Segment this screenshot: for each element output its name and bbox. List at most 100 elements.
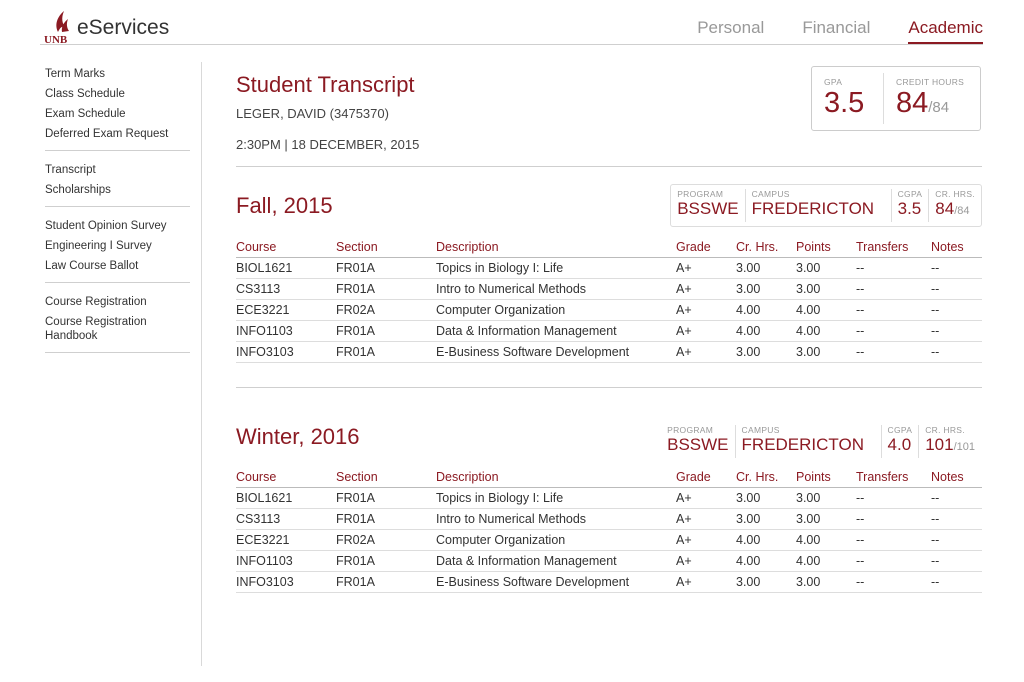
term-fall-2015: Fall, 2015 PROGRAM BSSWE CAMPUS FREDERIC… bbox=[236, 167, 982, 237]
program-cell: PROGRAM BSSWE bbox=[661, 421, 734, 462]
cell-cr-hrs: 4.00 bbox=[736, 299, 796, 321]
sidebar-item-law-ballot[interactable]: Law Course Ballot bbox=[45, 256, 190, 276]
sidebar-item-engineering-survey[interactable]: Engineering I Survey bbox=[45, 236, 190, 256]
tab-financial[interactable]: Financial bbox=[802, 18, 870, 44]
cell-points: 3.00 bbox=[796, 257, 856, 279]
cell-transfers: -- bbox=[856, 320, 931, 342]
cell-notes: -- bbox=[931, 571, 982, 593]
sidebar-item-exam-schedule[interactable]: Exam Schedule bbox=[45, 104, 190, 124]
cell-course: ECE3221 bbox=[236, 529, 336, 551]
cell-transfers: -- bbox=[856, 529, 931, 551]
col-cr-hrs[interactable]: Cr. Hrs. bbox=[736, 467, 796, 488]
table-row: BIOL1621 FR01A Topics in Biology I: Life A+… bbox=[236, 257, 982, 279]
cell-section: FR01A bbox=[336, 341, 436, 363]
term-info-box: PROGRAM BSSWE CAMPUS FREDERICTON CGPA 4.… bbox=[660, 420, 982, 463]
sidebar-item-scholarships[interactable]: Scholarships bbox=[45, 180, 190, 200]
program-label: PROGRAM bbox=[677, 189, 724, 199]
cell-course: BIOL1621 bbox=[236, 487, 336, 509]
cell-points: 4.00 bbox=[796, 550, 856, 572]
cell-notes: -- bbox=[931, 278, 982, 300]
cell-grade: A+ bbox=[676, 571, 736, 593]
sidebar-item-deferred-exam[interactable]: Deferred Exam Request bbox=[45, 124, 190, 144]
cell-description: Topics in Biology I: Life bbox=[436, 257, 676, 279]
col-section[interactable]: Section bbox=[336, 237, 436, 258]
col-cr-hrs[interactable]: Cr. Hrs. bbox=[736, 237, 796, 258]
main-nav: Personal Financial Academic bbox=[659, 18, 983, 44]
col-notes[interactable]: Notes bbox=[931, 467, 982, 488]
cgpa-cell: CGPA 3.5 bbox=[890, 189, 929, 222]
col-description[interactable]: Description bbox=[436, 467, 676, 488]
sidebar-item-registration-handbook[interactable]: Course Registration Handbook bbox=[45, 312, 190, 346]
col-section[interactable]: Section bbox=[336, 467, 436, 488]
campus-label: CAMPUS bbox=[751, 189, 790, 199]
cell-grade: A+ bbox=[676, 299, 736, 321]
col-points[interactable]: Points bbox=[796, 467, 856, 488]
cell-points: 3.00 bbox=[796, 508, 856, 530]
cell-notes: -- bbox=[931, 529, 982, 551]
cr-hrs-value: 101/101 bbox=[925, 435, 975, 457]
cell-description: Intro to Numerical Methods bbox=[436, 508, 676, 530]
cell-course: ECE3221 bbox=[236, 299, 336, 321]
cell-section: FR01A bbox=[336, 571, 436, 593]
cell-description: Computer Organization bbox=[436, 529, 676, 551]
cell-description: E-Business Software Development bbox=[436, 341, 676, 363]
tab-academic[interactable]: Academic bbox=[908, 18, 983, 44]
cell-cr-hrs: 3.00 bbox=[736, 571, 796, 593]
col-description[interactable]: Description bbox=[436, 237, 676, 258]
col-grade[interactable]: Grade bbox=[676, 467, 736, 488]
cell-course: CS3113 bbox=[236, 508, 336, 530]
sidebar-item-transcript[interactable]: Transcript bbox=[45, 160, 190, 180]
cell-points: 4.00 bbox=[796, 299, 856, 321]
cell-section: FR01A bbox=[336, 278, 436, 300]
gpa-summary-box: GPA 3.5 CREDIT HOURS 84/84 bbox=[811, 66, 981, 131]
cell-transfers: -- bbox=[856, 508, 931, 530]
cell-notes: -- bbox=[931, 299, 982, 321]
col-course[interactable]: Course bbox=[236, 467, 336, 488]
cell-description: Computer Organization bbox=[436, 299, 676, 321]
header: UNB eServices Personal Financial Academi… bbox=[40, 0, 983, 46]
col-notes[interactable]: Notes bbox=[931, 237, 982, 258]
cell-points: 3.00 bbox=[796, 341, 856, 363]
col-points[interactable]: Points bbox=[796, 237, 856, 258]
cell-description: E-Business Software Development bbox=[436, 571, 676, 593]
table-row: INFO1103 FR01A Data & Information Manageme… bbox=[236, 320, 982, 342]
col-grade[interactable]: Grade bbox=[676, 237, 736, 258]
cell-section: FR01A bbox=[336, 550, 436, 572]
col-transfers[interactable]: Transfers bbox=[856, 237, 931, 258]
cell-points: 4.00 bbox=[796, 320, 856, 342]
course-table-fall-2015: Course Section Description Grade Cr. Hrs… bbox=[236, 237, 982, 363]
program-value: BSSWE bbox=[677, 199, 739, 218]
sidebar-group-records: Transcript Scholarships bbox=[45, 160, 190, 207]
table-row: INFO3103 FR01A E-Business Software Develop… bbox=[236, 571, 982, 593]
cell-grade: A+ bbox=[676, 550, 736, 572]
cell-cr-hrs: 4.00 bbox=[736, 320, 796, 342]
credit-hours-value: 84/84 bbox=[896, 87, 980, 124]
main-content: Student Transcript LEGER, DAVID (3475370… bbox=[236, 64, 982, 593]
cr-hrs-earned: 84 bbox=[935, 199, 955, 218]
term-title: Winter, 2016 bbox=[236, 423, 360, 449]
col-course[interactable]: Course bbox=[236, 237, 336, 258]
sidebar-item-class-schedule[interactable]: Class Schedule bbox=[45, 84, 190, 104]
cell-description: Data & Information Management bbox=[436, 320, 676, 342]
term-winter-2016: Winter, 2016 PROGRAM BSSWE CAMPUS FREDER… bbox=[236, 388, 982, 468]
app-title: eServices bbox=[77, 16, 170, 39]
cr-hrs-cell: CR. HRS. 101/101 bbox=[918, 424, 981, 458]
sidebar-item-term-marks[interactable]: Term Marks bbox=[45, 64, 190, 84]
logo-text: UNB bbox=[44, 34, 68, 46]
table-row: INFO1103 FR01A Data & Information Manageme… bbox=[236, 550, 982, 572]
cell-notes: -- bbox=[931, 550, 982, 572]
table-body: BIOL1621 FR01A Topics in Biology I: Life A+… bbox=[236, 487, 982, 593]
sidebar-item-opinion-survey[interactable]: Student Opinion Survey bbox=[45, 216, 190, 236]
table-row: CS3113 FR01A Intro to Numerical Methods A+ 3… bbox=[236, 508, 982, 530]
unb-logo[interactable]: UNB bbox=[42, 10, 72, 46]
cr-hrs-value: 84/84 bbox=[935, 199, 975, 221]
tab-personal[interactable]: Personal bbox=[697, 18, 764, 44]
cr-hrs-cell: CR. HRS. 84/84 bbox=[928, 189, 981, 222]
sidebar-item-course-registration[interactable]: Course Registration bbox=[45, 292, 190, 312]
cr-hrs-earned: 101 bbox=[925, 434, 954, 454]
credit-hours-cell: CREDIT HOURS 84/84 bbox=[883, 73, 980, 124]
cell-grade: A+ bbox=[676, 508, 736, 530]
cell-transfers: -- bbox=[856, 487, 931, 509]
cell-section: FR01A bbox=[336, 320, 436, 342]
col-transfers[interactable]: Transfers bbox=[856, 467, 931, 488]
